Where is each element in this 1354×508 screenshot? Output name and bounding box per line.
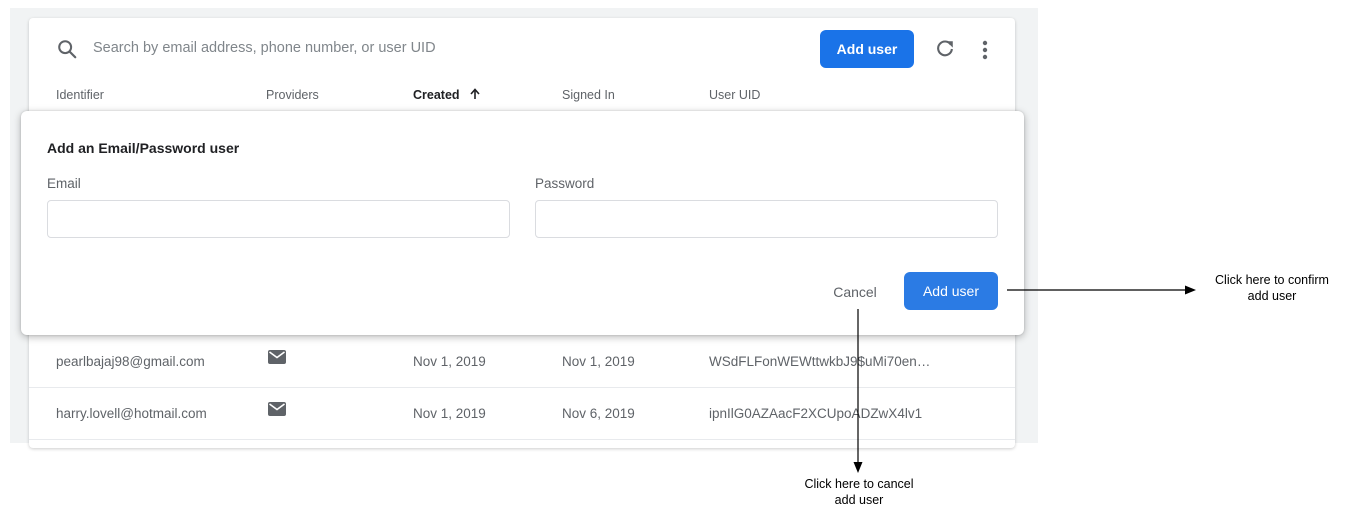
- confirm-annotation-line1: Click here to confirm: [1215, 273, 1329, 287]
- confirm-arrowhead: [1185, 285, 1196, 295]
- cancel-annotation: Click here to cancel add user: [792, 476, 926, 508]
- confirm-annotation: Click here to confirm add user: [1198, 272, 1346, 304]
- annotation-arrows: [853, 285, 1196, 473]
- screenshot-stage: Search by email address, phone number, o…: [0, 0, 1354, 508]
- cancel-annotation-line1: Click here to cancel: [804, 477, 914, 491]
- cancel-annotation-line2: add user: [834, 493, 884, 507]
- confirm-annotation-line2: add user: [1247, 289, 1297, 303]
- cancel-arrowhead: [853, 462, 863, 473]
